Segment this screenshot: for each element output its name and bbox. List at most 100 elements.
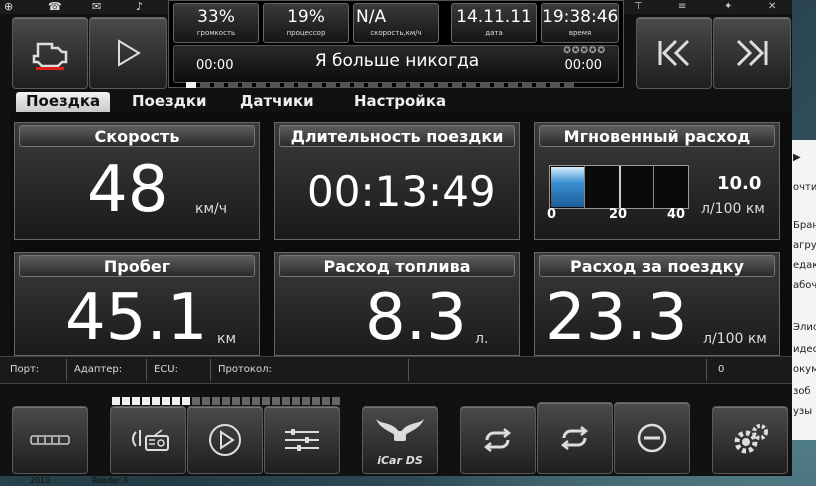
volume-segment — [302, 397, 310, 405]
play-icon — [118, 39, 141, 67]
volume-segment — [322, 397, 330, 405]
background-window-line: узы — [793, 406, 813, 417]
trip-consumption-unit: л/100 км — [703, 331, 767, 347]
mail-icon: ✉ — [92, 0, 102, 13]
volume-segment — [172, 397, 180, 405]
gauge-divider — [584, 166, 585, 208]
progress-segment — [438, 82, 448, 88]
player-button[interactable] — [187, 406, 263, 474]
icar-logo-button[interactable]: iCar DS — [362, 406, 438, 474]
speed-value: N/A — [356, 7, 387, 27]
trip-consumption-value: 23.3 — [545, 281, 688, 355]
progress-segment — [312, 82, 322, 88]
repeat-button[interactable] — [460, 406, 536, 474]
volume-label: громкость — [196, 29, 236, 37]
trip-panels: Скорость 48 км/ч Длительность поездки 00… — [10, 112, 792, 356]
volume-segment — [212, 397, 220, 405]
date-indicator: 14.11.11 дата — [451, 3, 537, 43]
taskbar: 2010 Reader X — [0, 476, 816, 486]
status-adapter: Адаптер: — [74, 364, 123, 375]
progress-segment — [494, 82, 504, 88]
play-button[interactable] — [89, 17, 167, 89]
equalizer-button[interactable] — [264, 406, 340, 474]
progress-segment — [200, 82, 210, 88]
volume-segment — [282, 397, 290, 405]
fuel-panel-title: Расход топлива — [279, 255, 515, 277]
volume-segment — [262, 397, 270, 405]
progress-segment — [424, 82, 434, 88]
top-status-icons-right: ⊤ ≡ ✦ ✕ — [624, 0, 792, 14]
dots-icon — [30, 435, 70, 445]
progress-segment — [270, 82, 280, 88]
instant-panel-value: 10.0 — [717, 173, 762, 194]
volume-segment — [142, 397, 150, 405]
top-status-icons: ⊕ ☎ ✉ ♪ — [0, 0, 168, 14]
shuffle-button[interactable] — [537, 402, 613, 474]
track-progress-bar[interactable] — [186, 73, 578, 92]
speed-panel-value: 48 — [87, 153, 169, 227]
tab-trip[interactable]: Поездка — [16, 92, 111, 112]
progress-segment — [452, 82, 462, 88]
engine-icon — [32, 42, 68, 70]
tab-settings[interactable]: Настройка — [344, 92, 456, 112]
background-window-line: идес — [793, 344, 816, 355]
volume-segment — [332, 397, 340, 405]
date-label: дата — [485, 29, 503, 37]
globe-icon: ⊕ — [4, 0, 14, 13]
database-icon: ≡ — [678, 1, 687, 12]
volume-segment — [312, 397, 320, 405]
menu-button[interactable] — [12, 406, 88, 474]
wings-logo-icon — [376, 419, 424, 442]
gauge-fill — [551, 167, 585, 207]
tab-trips[interactable]: Поездки — [122, 92, 217, 112]
mileage-panel-unit: км — [217, 331, 237, 347]
speed-panel-title: Скорость — [19, 125, 255, 147]
next-button[interactable] — [713, 17, 791, 89]
settings-button[interactable] — [712, 406, 788, 474]
instant-panel-unit: л/100 км — [701, 201, 765, 217]
status-counter: 0 — [718, 364, 725, 375]
volume-value: 33% — [197, 7, 235, 27]
mileage-panel-value: 45.1 — [65, 281, 208, 355]
radio-icon — [132, 429, 169, 451]
progress-segment — [340, 82, 350, 88]
gauge-scale-20: 20 — [609, 207, 628, 222]
radio-button[interactable] — [110, 406, 186, 474]
volume-segment — [252, 397, 260, 405]
volume-segment — [242, 397, 250, 405]
date-value: 14.11.11 — [456, 7, 532, 27]
gears-icon — [734, 424, 768, 454]
volume-segment — [152, 397, 160, 405]
volume-segment — [272, 397, 280, 405]
tab-sensors[interactable]: Датчики — [230, 92, 324, 112]
duration-panel-title: Длительность поездки — [279, 125, 515, 147]
progress-segment — [354, 82, 364, 88]
volume-segment — [192, 397, 200, 405]
time-label: время — [568, 29, 592, 37]
progress-segment — [550, 82, 560, 88]
volume-segment — [132, 397, 140, 405]
volume-segment — [162, 397, 170, 405]
cpu-value: 19% — [287, 7, 325, 27]
previous-button[interactable] — [636, 17, 712, 89]
fuel-panel: Расход топлива 8.3 л. — [274, 252, 520, 356]
taskbar-item[interactable]: 2010 — [30, 476, 50, 485]
cpu-indicator: 19% процессор — [263, 3, 349, 43]
stop-button[interactable] — [614, 402, 690, 474]
track-player[interactable]: 00:00 Я больше никогда ✪✪✪✪✪ 00:00 — [173, 45, 619, 88]
rating-stars[interactable]: ✪✪✪✪✪ — [563, 46, 606, 56]
engine-check-button[interactable] — [12, 17, 88, 89]
fuel-panel-value: 8.3 — [365, 281, 467, 355]
instant-consumption-gauge — [549, 165, 689, 209]
status-port: Порт: — [10, 364, 40, 375]
progress-segment — [564, 82, 574, 88]
repeat-alt-icon — [560, 426, 589, 450]
progress-segment — [256, 82, 266, 88]
background-window-line: зоб — [793, 386, 811, 397]
volume-segment — [232, 397, 240, 405]
volume-indicator: 33% громкость — [173, 3, 259, 43]
gauge-scale-40: 40 — [667, 207, 686, 222]
taskbar-item[interactable]: Reader X — [92, 476, 128, 485]
progress-segment — [326, 82, 336, 88]
mileage-panel-title: Пробег — [19, 255, 255, 277]
